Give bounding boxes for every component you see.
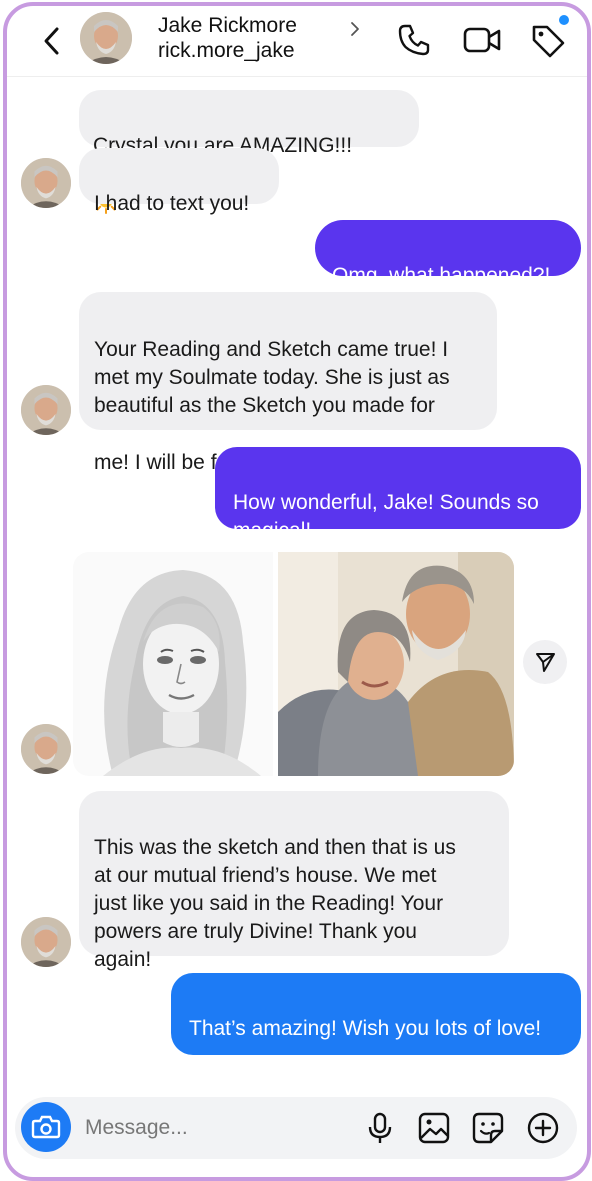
- contact-username[interactable]: rick.more_jake: [158, 39, 295, 63]
- avatar[interactable]: [21, 917, 71, 967]
- message-text: Omg, what happened?!: [332, 264, 551, 287]
- chat-header: Jake Rickmore rick.more_jake: [7, 6, 587, 77]
- send-icon: [536, 653, 555, 672]
- outgoing-message[interactable]: Omg, what happened?!: [315, 220, 581, 287]
- chat-screen: Jake Rickmore rick.more_jake Crystal,you…: [3, 2, 591, 1181]
- phone-icon[interactable]: [396, 22, 432, 58]
- message-text: I had to text you!: [94, 192, 250, 215]
- couple-photo[interactable]: [278, 552, 514, 776]
- message-text: That’s amazing! Wish you lots of love!: [189, 1017, 542, 1040]
- tag-icon[interactable]: [529, 22, 567, 60]
- avatar[interactable]: [80, 12, 132, 64]
- message-text: How wonderful, Jake! Sounds so magical!: [233, 491, 539, 542]
- avatar[interactable]: [21, 385, 71, 435]
- camera-icon: [31, 1115, 61, 1139]
- incoming-message[interactable]: I had to text you!: [79, 148, 279, 215]
- chevron-left-icon[interactable]: [37, 23, 67, 59]
- incoming-message[interactable]: This was the sketch and then that is us …: [79, 791, 509, 971]
- message-composer: Message...: [15, 1097, 577, 1159]
- sketch-photo[interactable]: [73, 552, 273, 776]
- outgoing-message[interactable]: How wonderful, Jake! Sounds so magical!: [215, 447, 581, 598]
- chevron-right-icon[interactable]: [347, 19, 363, 39]
- share-button[interactable]: [523, 640, 567, 684]
- video-camera-icon[interactable]: [462, 24, 502, 56]
- message-text: This was the sketch and then that is us …: [94, 836, 456, 971]
- message-input[interactable]: Message...: [85, 1116, 188, 1140]
- image-icon[interactable]: [417, 1111, 451, 1145]
- notification-dot: [559, 15, 569, 25]
- contact-name[interactable]: Jake Rickmore: [158, 14, 297, 38]
- camera-button[interactable]: [21, 1102, 71, 1152]
- incoming-message[interactable]: Your Reading and Sketch came true! I met…: [79, 292, 497, 474]
- avatar[interactable]: [21, 158, 71, 208]
- outgoing-message[interactable]: That’s amazing! Wish you lots of love!: [171, 973, 581, 1149]
- incoming-message[interactable]: Crystal,you are AMAZING!!!: [79, 90, 419, 214]
- avatar[interactable]: [21, 724, 71, 774]
- microphone-icon[interactable]: [363, 1111, 397, 1145]
- plus-circle-icon[interactable]: [526, 1111, 560, 1145]
- sticker-icon[interactable]: [471, 1111, 505, 1145]
